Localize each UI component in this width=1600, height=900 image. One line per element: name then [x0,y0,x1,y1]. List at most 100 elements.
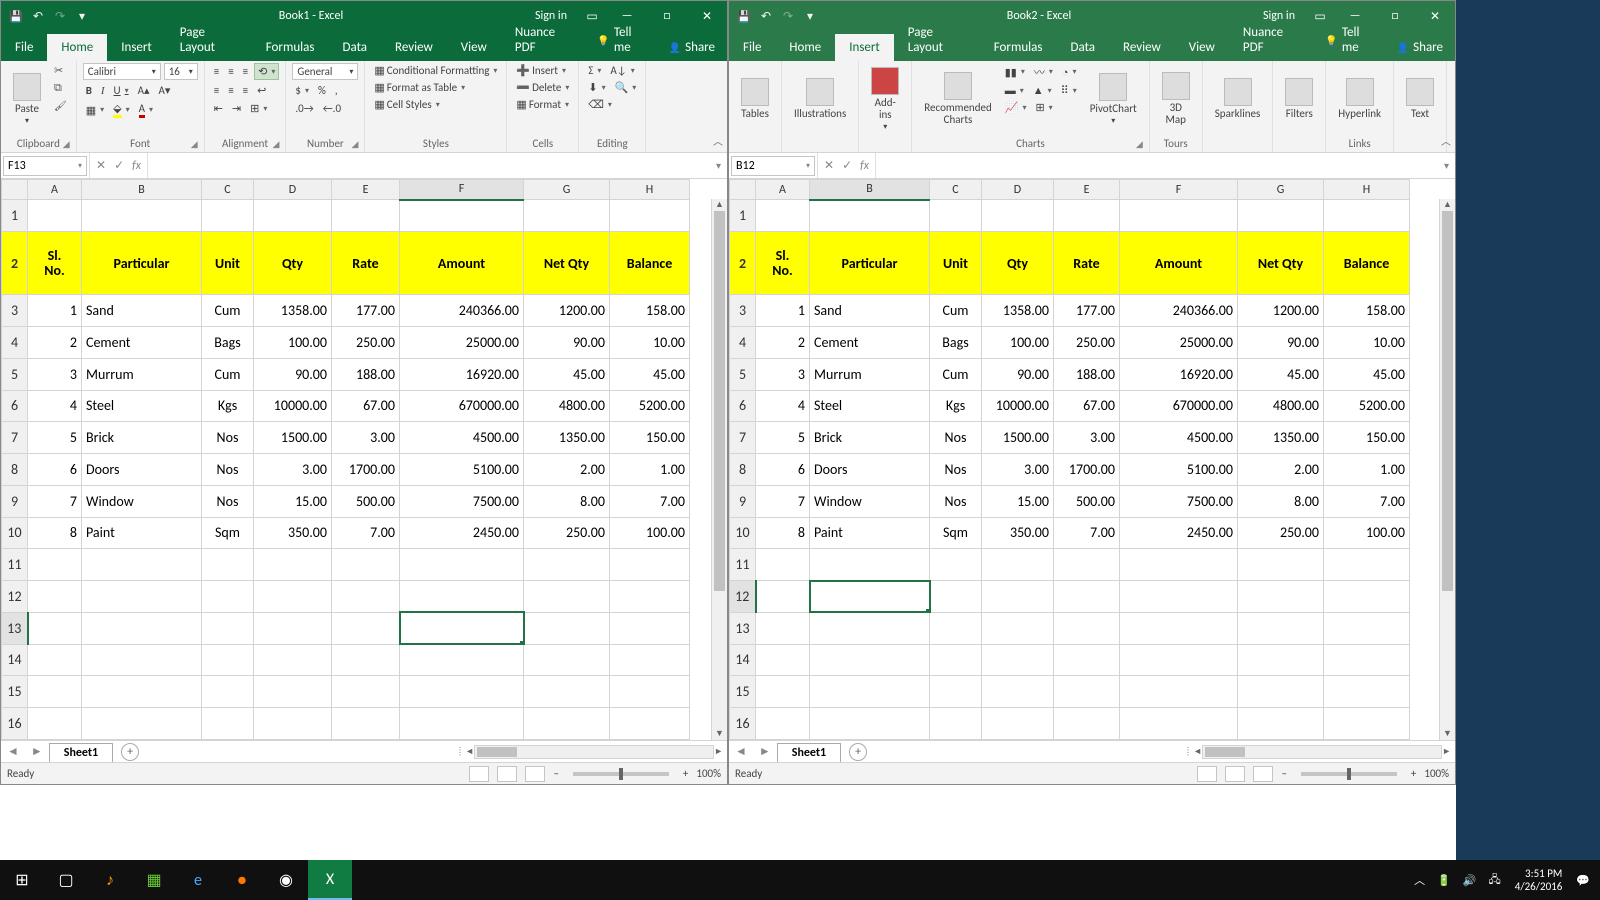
cell[interactable]: 90.00 [1238,327,1324,359]
cell[interactable] [756,549,810,581]
cell[interactable]: Kgs [930,390,982,422]
enter-formula-icon[interactable]: ✓ [114,158,124,173]
cell[interactable]: 5200.00 [1324,390,1410,422]
cell[interactable] [1238,708,1324,740]
tables-button[interactable]: Tables [735,63,775,135]
border-button[interactable]: ▦ [83,103,107,118]
cell[interactable] [756,612,810,644]
tab-formulas[interactable]: Formulas [980,34,1057,61]
cell[interactable]: Paint [82,517,202,549]
align-left-button[interactable]: ≡ [211,83,222,98]
cell[interactable]: 240366.00 [1120,295,1238,327]
cell[interactable] [82,676,202,708]
taskbar-firefox[interactable]: ● [220,860,264,900]
italic-button[interactable]: I [98,84,108,98]
cell[interactable] [756,644,810,676]
cell[interactable] [82,200,202,232]
cell[interactable] [982,644,1054,676]
cell[interactable]: 1500.00 [982,422,1054,454]
row-header[interactable]: 14 [2,644,28,676]
cell[interactable]: 1 [28,295,82,327]
cell[interactable]: 670000.00 [1120,390,1238,422]
cell[interactable]: 3.00 [1054,422,1120,454]
increase-indent-button[interactable]: ⇥ [229,101,244,116]
cell[interactable] [332,200,400,232]
cell[interactable]: 10000.00 [254,390,332,422]
cell[interactable] [810,708,930,740]
cell[interactable]: Net Qty [1238,231,1324,295]
cell[interactable]: 670000.00 [400,390,524,422]
cell[interactable] [1324,200,1410,232]
col-header[interactable]: C [930,180,982,200]
cell[interactable] [982,549,1054,581]
cell[interactable]: Unit [930,231,982,295]
tab-insert[interactable]: Insert [107,34,166,61]
illustrations-button[interactable]: Illustrations [788,63,852,135]
sheet-nav-prev[interactable]: ◄ [729,744,753,759]
delete-cells-button[interactable]: ➖ Delete [513,80,572,95]
cell[interactable]: Particular [810,231,930,295]
cell[interactable]: Nos [202,454,254,486]
cell[interactable]: 4800.00 [1238,390,1324,422]
merge-button[interactable]: ⊞ [247,101,270,116]
tab-view[interactable]: View [447,34,501,61]
expand-formula-icon[interactable]: ▾ [1438,159,1455,172]
cell[interactable] [610,581,690,613]
cell[interactable]: Balance [1324,231,1410,295]
task-view-button[interactable]: ▢ [44,860,88,900]
cell[interactable] [524,549,610,581]
cell[interactable] [332,644,400,676]
cell[interactable]: 5 [756,422,810,454]
cell[interactable] [930,676,982,708]
cell[interactable]: 6 [756,454,810,486]
cell[interactable]: 15.00 [254,485,332,517]
cell[interactable] [1120,612,1238,644]
stock-chart-button[interactable]: 📈 [1002,100,1030,115]
cell[interactable]: 6 [28,454,82,486]
cell[interactable]: 1700.00 [1054,454,1120,486]
3d-map-button[interactable]: 3D Map [1156,63,1196,135]
cell[interactable] [28,644,82,676]
tab-nuance-pdf[interactable]: Nuance PDF [1229,19,1316,61]
format-as-table-button[interactable]: ▦ Format as Table [371,80,500,95]
sparklines-button[interactable]: Sparklines [1209,63,1267,135]
cell[interactable] [82,612,202,644]
font-size-select[interactable]: 16▾ [164,63,198,80]
cell[interactable] [810,581,930,613]
font-name-select[interactable]: Calibri▾ [83,63,161,80]
row-header[interactable]: 1 [730,200,756,232]
cell[interactable]: Rate [332,231,400,295]
row-header[interactable]: 15 [730,676,756,708]
redo-icon[interactable] [51,7,69,25]
tab-home[interactable]: Home [775,34,835,61]
enter-formula-icon[interactable]: ✓ [842,158,852,173]
cell[interactable] [930,549,982,581]
collapse-ribbon-icon[interactable]: ︿ [713,133,723,148]
taskbar-chrome[interactable]: ◉ [264,860,308,900]
cell[interactable] [610,676,690,708]
sheet-nav-prev[interactable]: ◄ [1,744,25,759]
number-format-select[interactable]: General▾ [292,63,358,80]
cell[interactable]: 4500.00 [400,422,524,454]
new-sheet-button[interactable]: + [849,743,867,761]
cell[interactable]: Bags [930,327,982,359]
worksheet[interactable]: ABCDEFGH12Sl.No.ParticularUnitQtyRateAmo… [729,179,1455,740]
cell[interactable]: 2450.00 [1120,517,1238,549]
cell[interactable] [810,549,930,581]
cell[interactable] [1054,644,1120,676]
tell-me[interactable]: Tell me [587,19,656,61]
pie-chart-button[interactable]: ◔ [1059,65,1080,80]
cell[interactable]: 1.00 [610,454,690,486]
taskbar-edge[interactable]: e [176,860,220,900]
cell[interactable]: 90.00 [254,358,332,390]
tray-network-icon[interactable]: 🖧 [1483,871,1507,890]
cell[interactable]: 16920.00 [400,358,524,390]
cell[interactable] [524,200,610,232]
cell[interactable]: 5 [28,422,82,454]
row-header[interactable]: 14 [730,644,756,676]
insert-cells-button[interactable]: ➕ Insert [513,63,572,78]
align-middle-button[interactable]: ≡ [225,64,236,79]
scatter-chart-button[interactable]: ⠿ [1058,83,1080,98]
cell[interactable]: 7.00 [1324,485,1410,517]
zoom-slider[interactable] [573,772,669,776]
